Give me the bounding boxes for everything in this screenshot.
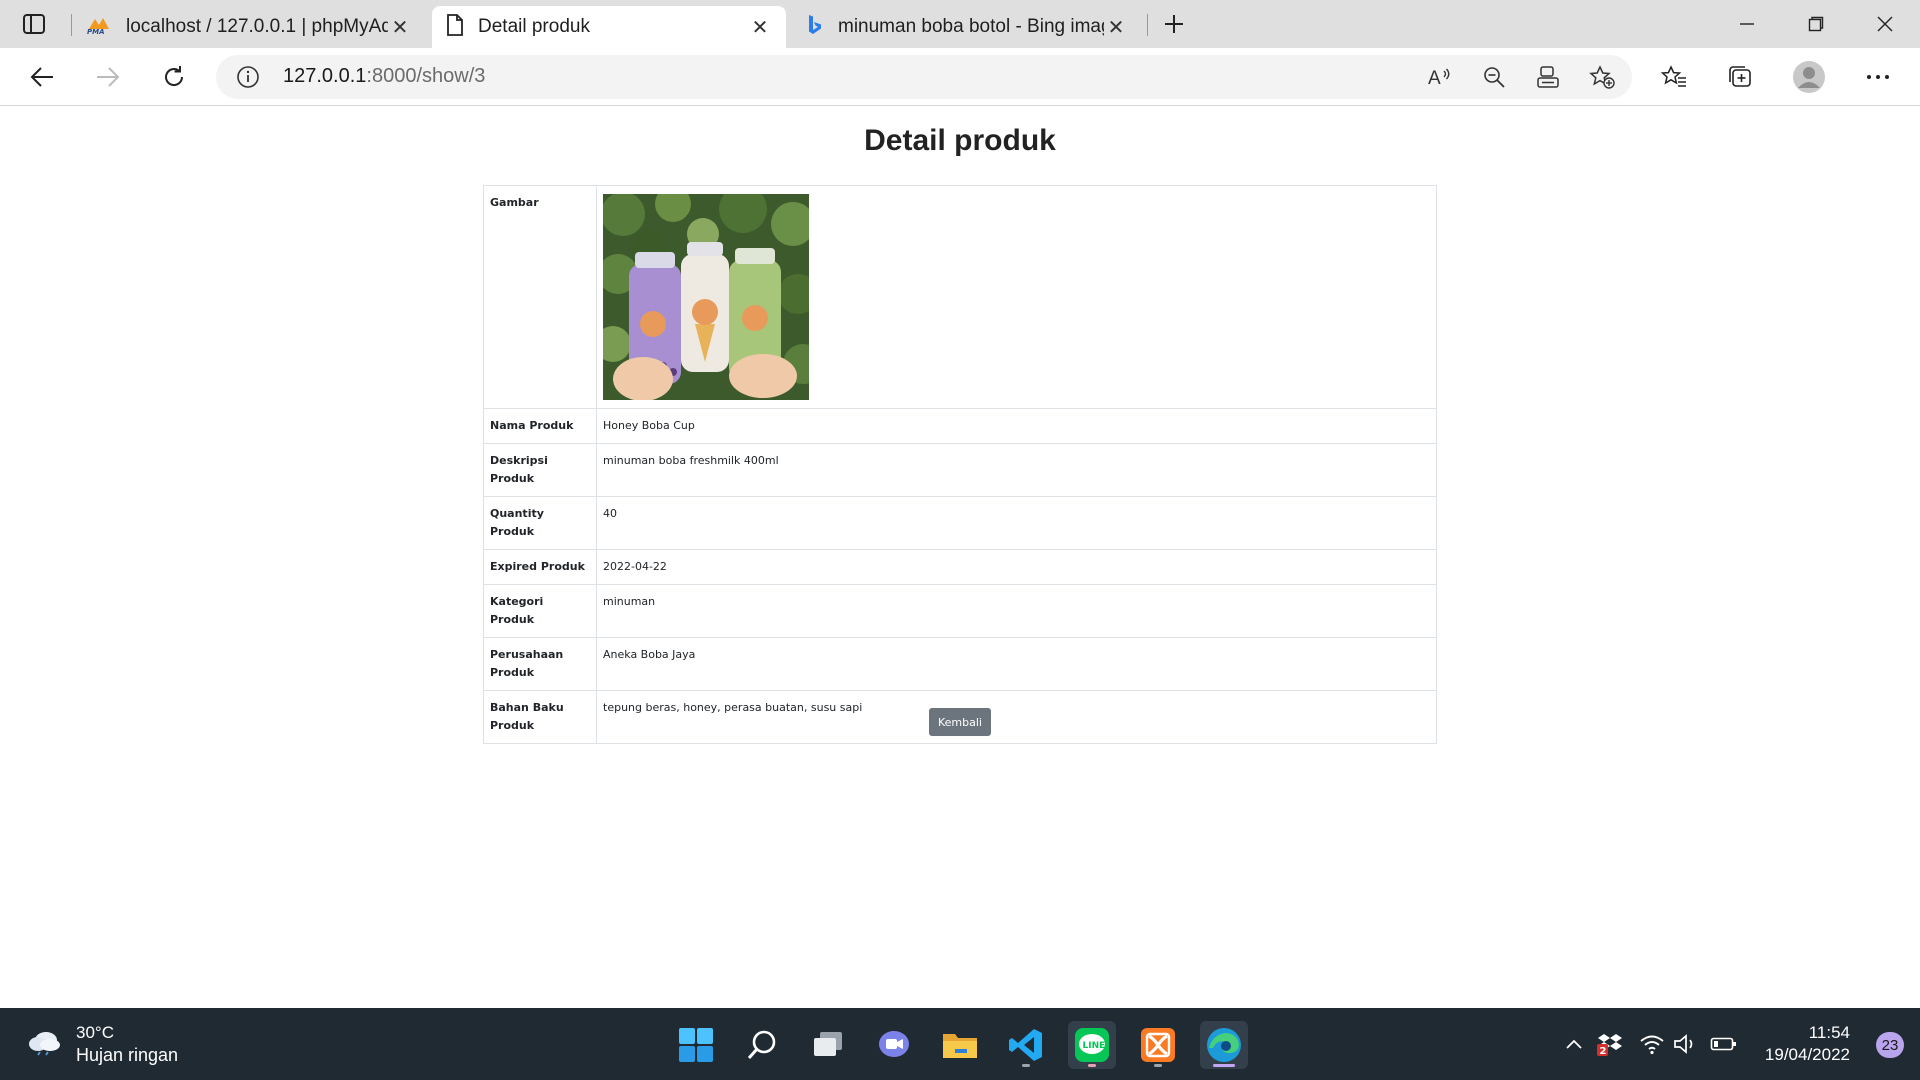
- favorites-icon[interactable]: [1656, 60, 1692, 94]
- weather-condition: Hujan ringan: [76, 1045, 179, 1065]
- weather-widget[interactable]: 30°C Hujan ringan: [28, 1022, 178, 1066]
- more-menu-icon[interactable]: [1860, 60, 1896, 94]
- row-value: Aneka Boba Jaya: [596, 637, 1437, 691]
- dropbox-badge: 2: [1600, 1046, 1607, 1056]
- table-row: Kategori Produk minuman: [483, 584, 1437, 638]
- search-icon[interactable]: [738, 1021, 786, 1069]
- tab-separator: [71, 14, 72, 36]
- tab-phpmyadmin[interactable]: PMA localhost / 127.0.0.1 | phpMyAdmin ✕: [72, 6, 426, 48]
- table-row: Quantity Produk 40: [483, 496, 1437, 550]
- url-path: :8000/show/3: [366, 65, 486, 87]
- volume-icon[interactable]: [1672, 1030, 1700, 1058]
- running-indicator: [1088, 1064, 1096, 1067]
- chevron-up-icon[interactable]: [1560, 1030, 1588, 1058]
- start-button[interactable]: [672, 1021, 720, 1069]
- teams-chat-icon[interactable]: [870, 1021, 918, 1069]
- product-detail-table: Gambar Nama Produk Honey Boba Cup Deskri…: [483, 185, 1437, 744]
- vscode-icon[interactable]: [1002, 1021, 1050, 1069]
- task-view-icon[interactable]: [804, 1021, 852, 1069]
- active-indicator: [1213, 1064, 1235, 1067]
- product-image-cell: [596, 185, 1437, 409]
- row-value: tepung beras, honey, perasa buatan, susu…: [596, 690, 1437, 744]
- battery-icon[interactable]: [1710, 1030, 1738, 1058]
- running-indicator: [1022, 1064, 1030, 1067]
- taskbar: 30°C Hujan ringan LINE 2 11:54 19/04/202…: [0, 1008, 1920, 1080]
- running-indicator: [1154, 1064, 1162, 1067]
- table-row: Deskripsi Produk minuman boba freshmilk …: [483, 443, 1437, 497]
- forward-arrow-icon[interactable]: [90, 60, 126, 94]
- tab-separator: [1147, 14, 1148, 36]
- weather-temp: 30°C: [76, 1023, 114, 1042]
- svg-text:PMA: PMA: [87, 28, 105, 35]
- tab-bing-images[interactable]: minuman boba botol - Bing images ✕: [792, 6, 1142, 48]
- product-image: [603, 194, 809, 400]
- close-window-button[interactable]: [1862, 8, 1908, 40]
- row-label: Expired Produk: [483, 549, 597, 585]
- cloud-rain-icon: [28, 1028, 62, 1061]
- browser-toolbar: 127.0.0.1:8000/show/3 A: [0, 48, 1920, 106]
- page-title: Detail produk: [864, 124, 1056, 157]
- row-label: Perusahaan Produk: [483, 637, 597, 691]
- row-label: Quantity Produk: [483, 496, 597, 550]
- tab-title: Detail produk: [478, 16, 590, 37]
- tab-actions-icon[interactable]: [14, 10, 54, 38]
- read-aloud-icon[interactable]: A: [1424, 63, 1456, 91]
- phpmyadmin-icon: PMA: [86, 15, 112, 40]
- url-host: 127.0.0.1: [283, 65, 367, 87]
- app-available-icon[interactable]: [1532, 63, 1564, 91]
- tab-title: minuman boba botol - Bing images: [838, 16, 1104, 37]
- row-label: Gambar: [483, 185, 597, 409]
- row-value: 40: [596, 496, 1437, 550]
- row-value: minuman boba freshmilk 400ml: [596, 443, 1437, 497]
- clock-date: 19/04/2022: [1764, 1045, 1850, 1064]
- close-icon[interactable]: ✕: [388, 15, 412, 39]
- back-arrow-icon[interactable]: [24, 60, 60, 94]
- url-text: 127.0.0.1:8000/show/3: [283, 65, 485, 88]
- wifi-icon[interactable]: [1638, 1030, 1666, 1058]
- minimize-button[interactable]: [1724, 8, 1770, 40]
- row-label: Nama Produk: [483, 408, 597, 444]
- close-icon[interactable]: ✕: [1104, 15, 1128, 39]
- row-value: Honey Boba Cup: [596, 408, 1437, 444]
- row-label: Deskripsi Produk: [483, 443, 597, 497]
- back-button[interactable]: Kembali: [929, 708, 991, 736]
- table-row: Nama Produk Honey Boba Cup: [483, 408, 1437, 444]
- row-label: Kategori Produk: [483, 584, 597, 638]
- row-label: Bahan Baku Produk: [483, 690, 597, 744]
- table-row: Expired Produk 2022-04-22: [483, 549, 1437, 585]
- notification-count-badge[interactable]: 23: [1876, 1032, 1904, 1058]
- collections-icon[interactable]: [1722, 60, 1758, 94]
- site-info-icon[interactable]: [232, 63, 264, 91]
- table-row: Perusahaan Produk Aneka Boba Jaya: [483, 637, 1437, 691]
- new-tab-button[interactable]: [1158, 10, 1190, 38]
- browser-tab-bar: PMA localhost / 127.0.0.1 | phpMyAdmin ✕…: [0, 0, 1920, 48]
- edge-browser-icon[interactable]: [1200, 1021, 1248, 1069]
- line-app-icon[interactable]: LINE: [1068, 1021, 1116, 1069]
- tab-detail-produk[interactable]: Detail produk ✕: [432, 6, 786, 48]
- refresh-icon[interactable]: [156, 60, 192, 94]
- svg-text:A: A: [1428, 68, 1441, 88]
- xampp-icon[interactable]: [1134, 1021, 1182, 1069]
- clock-time: 11:54: [1808, 1023, 1850, 1042]
- tab-title: localhost / 127.0.0.1 | phpMyAdmin: [126, 16, 388, 37]
- zoom-out-icon[interactable]: [1478, 63, 1510, 91]
- bing-icon: [806, 14, 824, 41]
- system-clock[interactable]: 11:54 19/04/2022: [1765, 1022, 1850, 1066]
- table-row: Gambar: [483, 185, 1437, 409]
- restore-button[interactable]: [1793, 8, 1839, 40]
- row-value: 2022-04-22: [596, 549, 1437, 585]
- svg-text:LINE: LINE: [1083, 1041, 1106, 1051]
- profile-avatar[interactable]: [1791, 60, 1827, 94]
- address-bar[interactable]: 127.0.0.1:8000/show/3 A: [216, 55, 1632, 99]
- row-value: minuman: [596, 584, 1437, 638]
- page-icon: [446, 13, 464, 41]
- close-icon[interactable]: ✕: [748, 15, 772, 39]
- add-favorite-icon[interactable]: [1586, 63, 1618, 91]
- dropbox-icon[interactable]: 2: [1596, 1030, 1624, 1058]
- file-explorer-icon[interactable]: [936, 1021, 984, 1069]
